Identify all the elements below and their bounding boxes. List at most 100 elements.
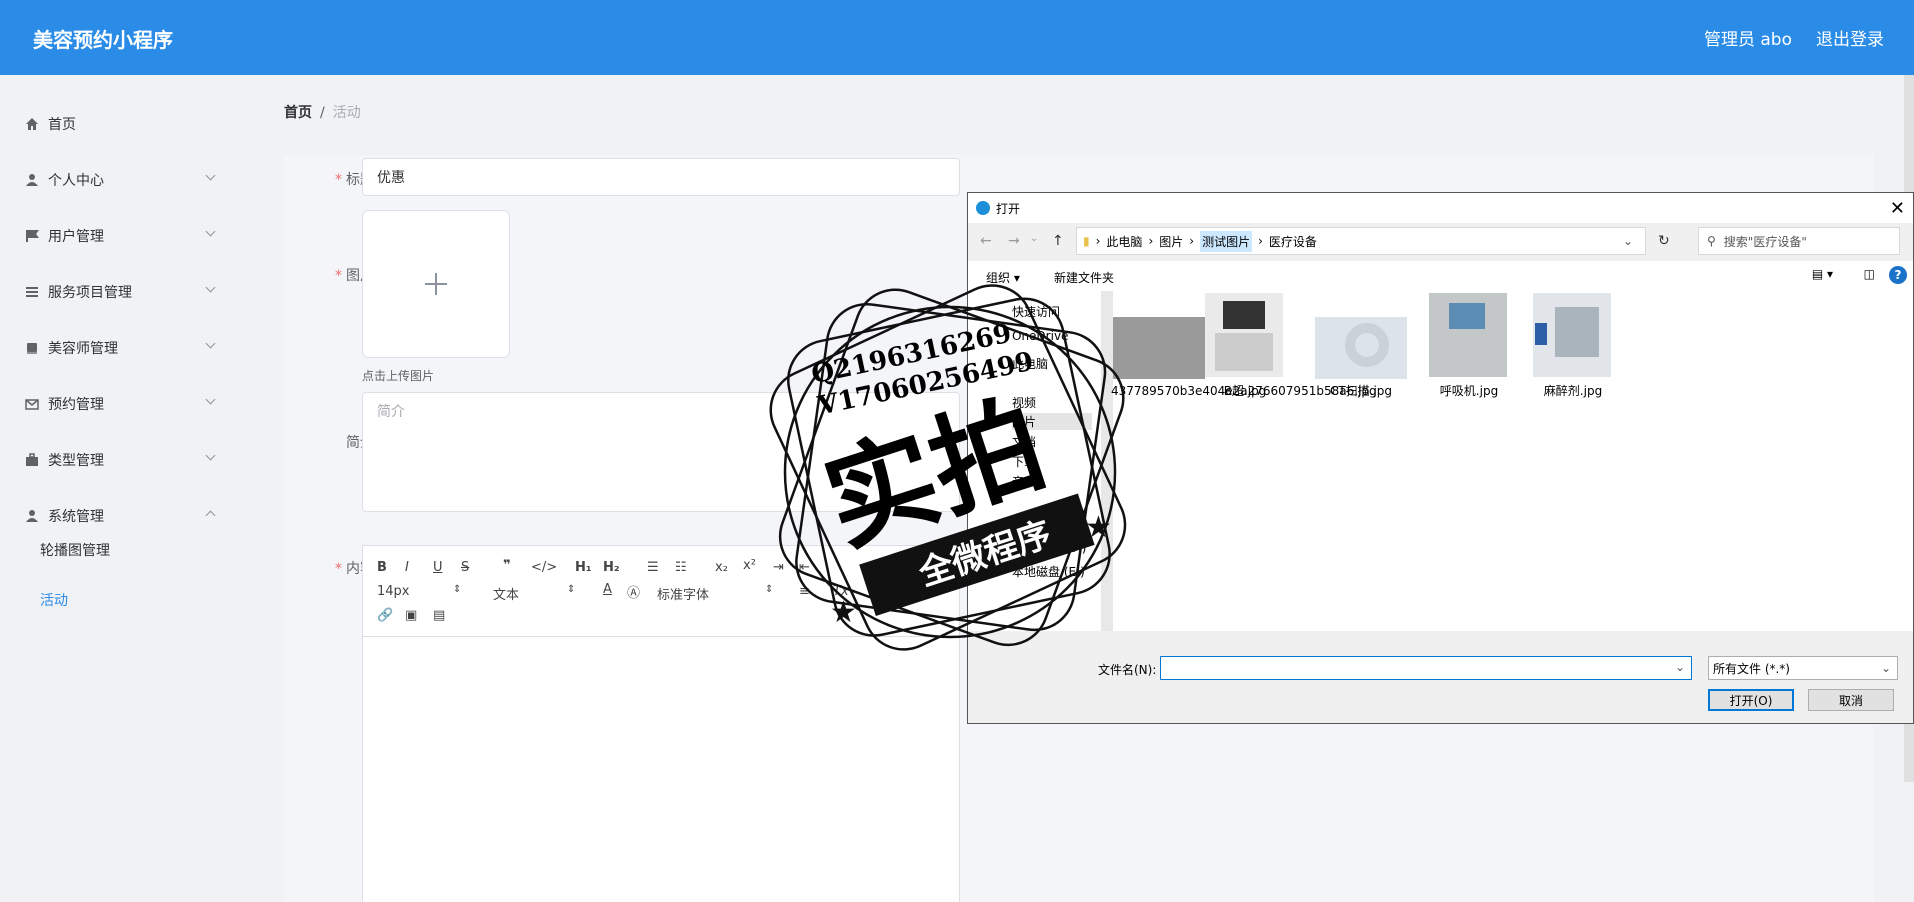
title-input[interactable]: 优惠 bbox=[362, 158, 960, 196]
back-icon[interactable]: ← bbox=[980, 233, 992, 249]
bold-icon[interactable]: B bbox=[377, 560, 387, 575]
help-icon[interactable]: ? bbox=[1889, 266, 1907, 284]
file-name[interactable]: B超.jpg bbox=[1197, 383, 1293, 399]
nav-onedrive[interactable]: OneDrive bbox=[1012, 329, 1068, 343]
chevron-down-icon bbox=[205, 338, 216, 349]
nav-videos[interactable]: 视频 bbox=[1012, 394, 1036, 411]
search-box[interactable]: ⚲ 搜索"医疗设备" bbox=[1698, 227, 1900, 255]
quote-icon[interactable]: ❞ bbox=[503, 558, 511, 573]
h2-icon[interactable]: H₂ bbox=[603, 560, 620, 575]
path-segment[interactable]: 医疗设备 bbox=[1269, 233, 1317, 250]
nav-music[interactable]: 音乐 bbox=[1012, 473, 1036, 490]
file-name[interactable]: CT扫描.jpg bbox=[1313, 383, 1409, 399]
refresh-icon[interactable]: ↻ bbox=[1658, 233, 1670, 249]
filename-input[interactable]: ⌄ bbox=[1160, 656, 1692, 680]
dialog-titlebar: 打开 ✕ bbox=[968, 193, 1913, 223]
h1-icon[interactable]: H₁ bbox=[575, 560, 592, 575]
plus-icon-v bbox=[435, 273, 437, 295]
indent-icon[interactable]: ⇥ bbox=[773, 560, 784, 575]
nav-quick-access[interactable]: 快速访问 bbox=[1012, 303, 1060, 320]
image-upload[interactable] bbox=[362, 210, 510, 358]
sidebar-item-appointments[interactable]: 预约管理 bbox=[0, 384, 254, 424]
file-thumbnail[interactable] bbox=[1533, 293, 1611, 377]
file-name[interactable]: 麻醉剂.jpg bbox=[1525, 383, 1621, 399]
video-icon[interactable]: ▤ bbox=[433, 608, 445, 623]
admin-name[interactable]: 管理员 abo bbox=[1704, 25, 1792, 50]
filetype-select[interactable]: 所有文件 (*.*) ⌄ bbox=[1708, 656, 1898, 680]
chevron-down-icon bbox=[205, 226, 216, 237]
navigation-pane: 快速访问 OneDrive 此电脑 视频 图片 文档 下载 音乐 本地磁盘 (C… bbox=[968, 291, 1113, 631]
file-name[interactable]: 呼吸机.jpg bbox=[1421, 383, 1517, 399]
sidebar-item-label: 服务项目管理 bbox=[48, 285, 132, 301]
align-icon[interactable]: ≡ bbox=[799, 584, 810, 599]
sidebar-subitem-activity[interactable]: 活动 bbox=[40, 590, 68, 610]
sidebar-subitem-carousel[interactable]: 轮播图管理 bbox=[40, 540, 110, 560]
chevron-down-icon[interactable]: ⌄ bbox=[1623, 234, 1633, 248]
view-icon[interactable]: ▤ ▾ bbox=[1812, 267, 1833, 281]
path-segment[interactable]: 测试图片 bbox=[1200, 230, 1253, 252]
rich-editor[interactable]: B I U S ❞ </> H₁ H₂ ☰ ☷ x₂ x² ⇥ ⇤ 14px ⇕… bbox=[362, 545, 960, 902]
image-icon[interactable]: ▣ bbox=[405, 608, 417, 623]
forward-icon[interactable]: → bbox=[1008, 233, 1020, 249]
nav-scrollbar[interactable] bbox=[1101, 291, 1113, 631]
chevron-down-icon[interactable]: ⌄ bbox=[1675, 660, 1685, 674]
link-icon[interactable]: 🔗 bbox=[377, 608, 393, 623]
breadcrumb-home[interactable]: 首页 bbox=[284, 105, 312, 121]
italic-icon[interactable]: I bbox=[405, 560, 409, 575]
path-segment[interactable]: 此电脑 bbox=[1106, 233, 1142, 250]
flag-icon bbox=[24, 228, 40, 244]
strike-icon[interactable]: S bbox=[461, 560, 469, 575]
brand-title: 美容预约小程序 bbox=[33, 28, 173, 52]
clear-format-icon[interactable]: Tx bbox=[833, 584, 849, 599]
ordered-list-icon[interactable]: ☰ bbox=[647, 560, 659, 575]
paragraph-select[interactable]: 文本 bbox=[493, 584, 519, 603]
text-color-icon[interactable]: A bbox=[603, 582, 612, 597]
preview-pane-icon[interactable]: ◫ bbox=[1864, 267, 1875, 281]
recent-dropdown-icon[interactable]: ⌄ bbox=[1030, 233, 1038, 244]
file-thumbnail[interactable] bbox=[1315, 317, 1407, 379]
thumb-ring bbox=[1345, 323, 1389, 367]
nav-documents[interactable]: 文档 bbox=[1012, 433, 1036, 450]
user-icon bbox=[24, 172, 40, 188]
sidebar-item-types[interactable]: 类型管理 bbox=[0, 440, 254, 480]
up-icon[interactable]: ↑ bbox=[1052, 233, 1064, 249]
breadcrumb-separator: / bbox=[320, 105, 325, 121]
file-thumbnail[interactable] bbox=[1429, 293, 1507, 377]
cancel-button[interactable]: 取消 bbox=[1808, 689, 1894, 711]
sidebar-item-home[interactable]: 首页 bbox=[0, 104, 254, 144]
new-folder-button[interactable]: 新建文件夹 bbox=[1054, 269, 1114, 286]
code-icon[interactable]: </> bbox=[531, 560, 557, 575]
background-color-icon[interactable]: Ⓐ bbox=[627, 582, 640, 601]
path-segment[interactable]: 图片 bbox=[1159, 233, 1183, 250]
logout-button[interactable]: 退出登录 bbox=[1816, 25, 1884, 50]
sidebar-item-services[interactable]: 服务项目管理 bbox=[0, 272, 254, 312]
sidebar-item-personal[interactable]: 个人中心 bbox=[0, 160, 254, 200]
sidebar-item-beauticians[interactable]: 美容师管理 bbox=[0, 328, 254, 368]
file-thumbnail[interactable] bbox=[1113, 317, 1205, 379]
nav-this-pc[interactable]: 此电脑 bbox=[1012, 355, 1048, 372]
nav-drive-e[interactable]: 本地磁盘 (E:) bbox=[1012, 563, 1085, 580]
nav-downloads[interactable]: 下载 bbox=[1012, 453, 1036, 470]
nav-drive-d[interactable]: 本地磁盘 (D:) bbox=[1012, 539, 1086, 556]
superscript-icon[interactable]: x² bbox=[743, 558, 756, 573]
intro-textarea[interactable]: 简介 bbox=[362, 392, 960, 512]
outdent-icon[interactable]: ⇤ bbox=[799, 560, 810, 575]
organize-button[interactable]: 组织 ▾ bbox=[986, 269, 1020, 286]
sidebar-item-system[interactable]: 系统管理 bbox=[0, 496, 254, 536]
font-family-select[interactable]: 标准字体 bbox=[657, 584, 709, 603]
file-name[interactable]: 437789570b3e404e2a276607951b58a6.jpg bbox=[1111, 383, 1377, 399]
sidebar-item-label: 类型管理 bbox=[48, 453, 104, 469]
nav-pictures[interactable]: 图片 bbox=[1012, 413, 1092, 430]
nav-drive-c[interactable]: 本地磁盘 (C:) bbox=[1012, 514, 1086, 531]
open-button[interactable]: 打开(O) bbox=[1708, 689, 1794, 711]
sidebar-item-users[interactable]: 用户管理 bbox=[0, 216, 254, 256]
briefcase-icon bbox=[24, 452, 40, 468]
subscript-icon[interactable]: x₂ bbox=[715, 560, 728, 575]
underline-icon[interactable]: U bbox=[433, 560, 443, 575]
address-bar[interactable]: ▮ › 此电脑 › 图片 › 测试图片 › 医疗设备 ⌄ bbox=[1076, 227, 1646, 255]
intro-label: 简介 bbox=[346, 435, 374, 451]
bullet-list-icon[interactable]: ☷ bbox=[675, 560, 687, 575]
file-thumbnail[interactable] bbox=[1205, 293, 1283, 377]
font-size-select[interactable]: 14px bbox=[377, 584, 410, 599]
close-icon[interactable]: ✕ bbox=[1890, 198, 1905, 219]
